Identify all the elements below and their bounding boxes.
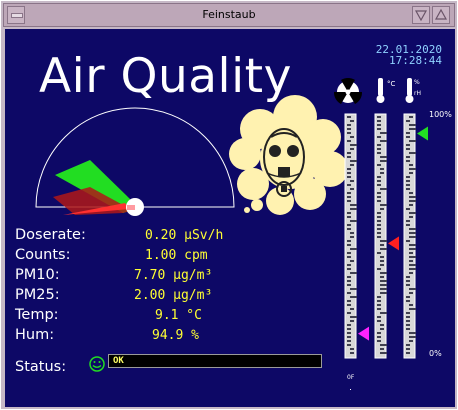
- reading-label: Counts:: [15, 247, 71, 263]
- bar-min-label: 0%: [429, 349, 442, 358]
- radiation-bar: [344, 113, 357, 359]
- svg-text:°C: °C: [387, 80, 396, 88]
- reading-label: Doserate:: [15, 227, 86, 243]
- minimize-icon: [414, 10, 428, 22]
- minimize-button[interactable]: [412, 6, 430, 24]
- reading-label: Temp:: [15, 307, 59, 323]
- status-label: Status:: [15, 359, 67, 375]
- reading-label: PM10:: [15, 267, 60, 283]
- temperature-bar: [374, 113, 387, 359]
- gauge-hub-mark: [127, 205, 135, 210]
- smiley-icon: [89, 356, 105, 372]
- radiation-bar-indicator: [358, 326, 369, 341]
- status-bar: OK: [108, 354, 322, 368]
- title-bar[interactable]: Feinstaub: [3, 3, 455, 27]
- bar-footer-mark: 0F: [347, 374, 355, 381]
- svg-text:rH: rH: [414, 90, 421, 97]
- bar-footer-dot: [350, 389, 351, 390]
- reading-value: 0.20 µSv/h: [145, 228, 224, 243]
- app-window: Feinstaub Air Quality 22.01.2020 17:28:4…: [0, 0, 458, 410]
- reading-value: 2.00 µg/m³: [134, 288, 213, 303]
- maximize-button[interactable]: [432, 6, 450, 24]
- temperature-bar-indicator: [388, 236, 399, 251]
- reading-label: PM25:: [15, 287, 60, 303]
- reading-label: Hum:: [15, 327, 55, 343]
- humidity-icon: % rH: [405, 78, 421, 103]
- maximize-icon: [434, 8, 448, 20]
- dashboard-graphics: °C % rH 100% 0% 0F: [35, 77, 452, 390]
- gas-mask-icon: [229, 95, 348, 215]
- humidity-bar-indicator: [417, 126, 428, 141]
- reading-value: 1.00 cpm: [145, 248, 208, 263]
- reading-value: 7.70 µg/m³: [134, 268, 213, 283]
- humidity-bar: [403, 113, 416, 359]
- bar-max-label: 100%: [429, 110, 452, 119]
- reading-value: 9.1 °C: [155, 308, 202, 323]
- main-panel: Air Quality 22.01.2020 17:28:44 °C % rH …: [5, 29, 455, 407]
- radiation-icon: [333, 77, 363, 104]
- window-title: Feinstaub: [202, 8, 256, 21]
- reading-value: 94.9 %: [152, 328, 199, 343]
- gauge-outline: [35, 107, 235, 208]
- svg-text:%: %: [414, 79, 420, 86]
- status-text: OK: [113, 356, 124, 366]
- thermometer-icon: °C: [376, 78, 396, 103]
- air-gauge: [35, 107, 235, 216]
